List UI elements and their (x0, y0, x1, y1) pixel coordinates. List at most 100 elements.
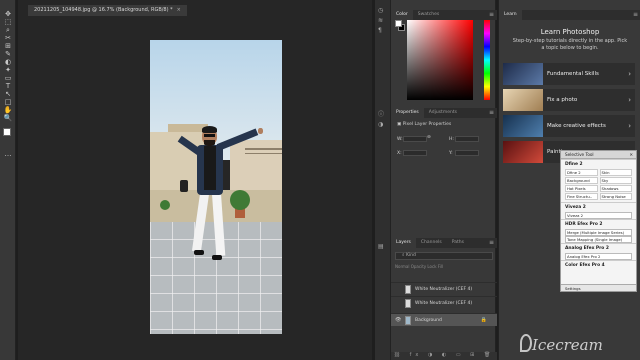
card-label: Make creative effects (547, 123, 606, 129)
tool-icon[interactable]: □ (3, 98, 13, 106)
document-tab-title: 20211205_104948.jpg @ 16.7% (Background,… (34, 7, 173, 13)
learn-card-fix-a-photo[interactable]: Fix a photo › (503, 89, 635, 111)
selective-tool-titlebar[interactable]: Selective Tool ✕ (561, 151, 636, 159)
width-field[interactable] (403, 136, 427, 142)
tool-icon[interactable]: 🔍 (3, 114, 13, 122)
section-color-efex[interactable]: Color Efex Pro 4 (561, 260, 636, 270)
section-viveza[interactable]: Viveza 2 (561, 202, 636, 212)
color-picker-field[interactable] (407, 20, 473, 100)
layer-name: White Neutralizer (CEF 4) (415, 287, 473, 292)
tab-paths[interactable]: Paths (447, 238, 469, 248)
x-field[interactable] (403, 150, 427, 156)
tab-channels[interactable]: Channels (416, 238, 447, 248)
dfine-option[interactable]: Hot Pixels (565, 185, 598, 192)
paragraph-icon[interactable]: ¶ (378, 28, 386, 34)
hdr-merge-option[interactable]: Merge (Multiple Image Series) (561, 229, 636, 236)
layer-actions-bar[interactable]: ⛓ fx ◑ ◐ ▭ ⊞ 🗑 (391, 352, 497, 360)
hand-right (258, 128, 263, 134)
info-icon[interactable]: ⓘ (378, 112, 386, 118)
chevron-right-icon: › (628, 122, 631, 130)
learn-card-fundamental-skills[interactable]: Fundamental Skills › (503, 63, 635, 85)
learn-panel-tabs: Learn ≡ (499, 10, 640, 20)
card-label: Fix a photo (547, 97, 578, 103)
layer-thumbnail (405, 285, 411, 294)
viveza-option-label: Viveza 2 (565, 212, 632, 219)
hue-slider[interactable] (484, 20, 490, 100)
tool-icon[interactable]: ✋ (3, 106, 13, 114)
selective-tool-window[interactable]: Selective Tool ✕ Dfine 2 Dfine 2 Skin Ba… (560, 150, 637, 292)
hair (202, 126, 217, 133)
dfine-option[interactable]: Sky (599, 177, 632, 184)
section-dfine[interactable]: Dfine 2 (561, 159, 636, 169)
dfine-option[interactable]: Shadows (599, 185, 632, 192)
y-field[interactable] (455, 150, 479, 156)
document-area: 20211205_104948.jpg @ 16.7% (Background,… (18, 0, 372, 360)
layers-icon[interactable]: ▤ (378, 244, 386, 250)
dfine-option[interactable]: Fine Structu.. (565, 193, 598, 200)
lock-icon[interactable]: 🔒 (481, 314, 487, 327)
history-icon[interactable]: ◷ (378, 8, 386, 14)
panel-menu-icon[interactable]: ≡ (489, 10, 494, 20)
panel-menu-icon[interactable]: ≡ (489, 238, 494, 248)
plant (230, 190, 250, 210)
layer-options-row[interactable]: Normal Opacity Lock Fill (395, 264, 493, 272)
tool-icon[interactable]: ▭ (3, 74, 13, 82)
tool-icon[interactable]: … (3, 150, 13, 158)
viveza-option[interactable]: Viveza 2 (561, 212, 636, 219)
tool-icon[interactable]: ✂ (3, 34, 13, 42)
tab-layers[interactable]: Layers (391, 238, 416, 248)
settings-label: Settings (565, 286, 581, 291)
link-icon[interactable]: ⊖ (427, 135, 431, 140)
close-icon[interactable]: × (177, 7, 181, 13)
tab-adjustments[interactable]: Adjustments (424, 108, 462, 118)
tool-icon[interactable]: ⌕ (3, 26, 13, 34)
layer-filter-input[interactable]: ⌕ Kind (395, 252, 493, 260)
dfine-option[interactable]: Dfine 2 (565, 169, 598, 176)
hdr-merge-label: Merge (Multiple Image Series) (565, 229, 632, 236)
card-label: Fundamental Skills (547, 71, 599, 77)
foreground-color-swatch[interactable] (3, 128, 11, 136)
close-icon[interactable]: ✕ (629, 151, 633, 159)
layer-name: White Neutralizer (CEF 4) (415, 301, 473, 306)
panel-menu-icon[interactable]: ≡ (633, 10, 638, 20)
tool-icon[interactable]: ✎ (3, 50, 13, 58)
document-tab[interactable]: 20211205_104948.jpg @ 16.7% (Background,… (28, 5, 187, 16)
section-hdr-efex[interactable]: HDR Efex Pro 2 (561, 219, 636, 229)
tool-icon[interactable]: ⬚ (3, 18, 13, 26)
tool-icon[interactable]: ✦ (3, 66, 13, 74)
image-canvas[interactable] (150, 40, 282, 334)
tool-icon[interactable]: ⊞ (3, 42, 13, 50)
tool-icon[interactable]: ◐ (3, 58, 13, 66)
settings-link[interactable]: Settings (561, 284, 636, 291)
height-field[interactable] (455, 136, 479, 142)
layer-filter-kind: Kind (405, 253, 416, 258)
sunglasses (204, 134, 215, 137)
learn-card-creative-effects[interactable]: Make creative effects › (503, 115, 635, 137)
dfine-option[interactable]: Background (565, 177, 598, 184)
properties-panel-tabs: Properties Adjustments ≡ (391, 108, 497, 118)
layer-row-background[interactable]: 👁 Background 🔒 (391, 313, 497, 326)
card-thumbnail (503, 141, 543, 163)
color-fg-swatch[interactable] (395, 20, 402, 27)
section-analog-efex[interactable]: Analog Efex Pro 2 (561, 243, 636, 253)
layer-row[interactable]: White Neutralizer (CEF 4) (391, 282, 497, 295)
analog-efex-option[interactable]: Analog Efex Pro 2 (561, 253, 636, 260)
eye-icon[interactable]: 👁 (395, 314, 401, 327)
dfine-option[interactable]: Strong Noise (599, 193, 632, 200)
dfine-option[interactable]: Skin (599, 169, 632, 176)
tool-icon[interactable]: T (3, 82, 13, 90)
tool-icon[interactable]: ↖ (3, 90, 13, 98)
tab-learn[interactable]: Learn (499, 10, 522, 20)
hdr-tonemap-option[interactable]: Tone Mapping (Single Image) (561, 236, 636, 243)
tab-swatches[interactable]: Swatches (413, 10, 445, 20)
brush-settings-icon[interactable]: ≋ (378, 18, 386, 24)
layer-row[interactable]: White Neutralizer (CEF 4) (391, 296, 497, 309)
tab-properties[interactable]: Properties (391, 108, 424, 118)
adjust-icon[interactable]: ◑ (378, 122, 386, 128)
tab-color[interactable]: Color (391, 10, 413, 20)
h-label: H: (449, 137, 454, 142)
panel-menu-icon[interactable]: ≡ (489, 108, 494, 118)
tshirt (204, 146, 216, 190)
tool-icon[interactable]: ✥ (3, 10, 13, 18)
color-panel-tabs: Color Swatches ≡ (391, 10, 497, 20)
